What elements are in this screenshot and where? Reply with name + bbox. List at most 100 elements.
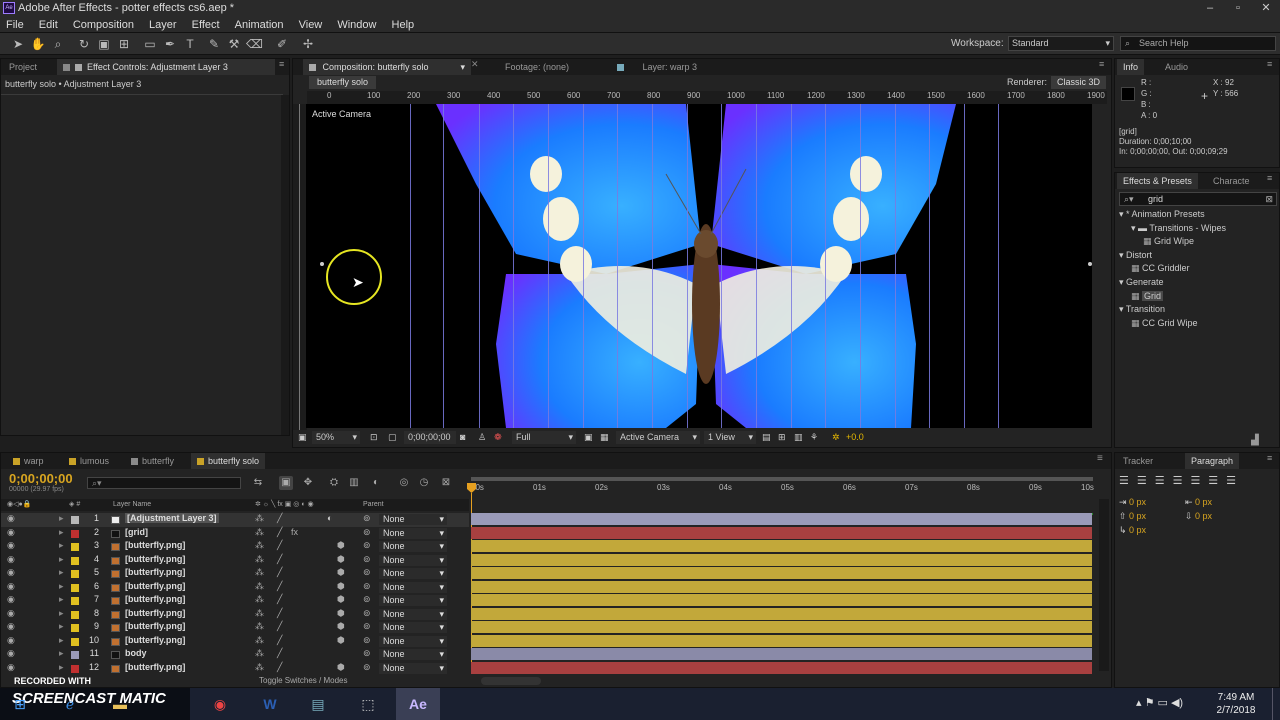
renderer-select[interactable]: Classic 3D [1051,76,1107,89]
timeline-icon[interactable]: ▥ [794,432,803,443]
menu-help[interactable]: Help [386,17,421,33]
effects-tree-item[interactable]: ▾ Distort [1119,250,1152,261]
always-preview-icon[interactable]: ▣ [298,432,307,443]
search-help-input[interactable]: ⌕ Search Help [1120,36,1276,51]
system-clock[interactable]: 7:49 AM 2/7/2018 [1208,691,1264,717]
roto-brush-tool-icon[interactable]: ✐ [274,36,290,52]
effects-tree-item[interactable]: ▾ Generate [1119,277,1164,288]
word-icon[interactable]: W [250,691,290,717]
tray-icons[interactable]: ▴ ⚑ ▭ ◀) [1136,696,1183,709]
timeline-scrollbar[interactable] [1099,499,1109,671]
work-area-bar[interactable] [471,477,1093,481]
minimize-button[interactable]: – [1196,0,1224,17]
timeline-search-input[interactable]: ⌕▾ [87,477,241,489]
menu-effect[interactable]: Effect [186,17,226,33]
draft-3d-icon[interactable]: ✥ [301,476,315,490]
type-tool-icon[interactable]: T [182,36,198,52]
effects-tree-item[interactable]: ▦ CC Griddler [1131,263,1190,274]
layer-duration-bar[interactable] [471,648,1092,660]
menu-file[interactable]: File [0,17,30,33]
brainstorm-icon[interactable]: ◎ [397,476,411,490]
tab-info[interactable]: Info [1117,59,1145,75]
tab-layer[interactable]: Layer: warp 3 [611,59,703,75]
chrome-icon[interactable]: ◉ [200,691,240,717]
panel-menu-icon[interactable]: ≡ [1097,453,1103,464]
show-snapshot-icon[interactable]: ♙ [478,432,486,443]
mask-visibility-icon[interactable]: ▢ [388,432,397,443]
channel-icon[interactable]: ❁ [494,432,502,443]
alignment-buttons[interactable]: ☰☰☰☰☰☰☰ [1119,474,1277,488]
graph-editor-icon[interactable]: ⊠ [439,476,453,490]
close-button[interactable]: ✕ [1252,0,1280,17]
clear-search-icon[interactable]: ⊠ [1265,193,1273,205]
layer-duration-bar[interactable] [471,567,1092,579]
clone-stamp-tool-icon[interactable]: ⚒ [226,36,242,52]
first-line-indent-field[interactable]: ↳ 0 px [1119,525,1146,536]
menu-animation[interactable]: Animation [229,17,290,33]
menu-window[interactable]: Window [331,17,382,33]
auto-keyframe-icon[interactable]: ◷ [417,476,431,490]
close-tab-icon[interactable]: ✕ [471,59,479,70]
safe-zones-icon[interactable]: ⊡ [370,432,378,443]
timeline-tab[interactable]: lumous [63,453,115,469]
layer-duration-bar[interactable] [471,661,1092,674]
menu-view[interactable]: View [293,17,329,33]
layer-duration-bar[interactable] [471,513,1092,525]
transparency-grid-icon[interactable]: ▦ [600,432,609,443]
toggle-pixel-aspect-icon[interactable]: ▤ [762,432,771,443]
puppet-tool-icon[interactable]: ✢ [300,36,316,52]
motion-blur-icon[interactable]: ◐ [369,476,383,490]
effects-tree-item[interactable]: ▦ Grid [1131,290,1164,302]
camera-tool-icon[interactable]: ▣ [96,36,112,52]
panel-menu-icon[interactable]: ≡ [279,59,284,69]
menu-layer[interactable]: Layer [143,17,183,33]
menu-edit[interactable]: Edit [33,17,64,33]
layer-duration-bar[interactable] [471,540,1092,552]
snapshot-icon[interactable]: ◙ [460,432,465,442]
space-after-field[interactable]: ⇩ 0 px [1185,511,1212,522]
tab-audio[interactable]: Audio [1159,59,1194,75]
layer-duration-bar[interactable] [471,607,1092,620]
start-icon[interactable]: ⊞ [0,691,40,717]
selection-tool-icon[interactable]: ➤ [10,36,26,52]
tab-effect-controls[interactable]: Effect Controls: Adjustment Layer 3 [57,59,275,75]
file-explorer-icon[interactable]: ▬ [100,691,140,717]
exposure-value[interactable]: +0.0 [846,432,864,442]
space-before-field[interactable]: ⇧ 0 px [1119,511,1146,522]
pan-behind-tool-icon[interactable]: ⊞ [116,36,132,52]
composition-viewer[interactable]: Active Camera ➤ [306,104,1092,428]
tab-tracker[interactable]: Tracker [1117,453,1159,469]
layer-duration-bar[interactable] [471,580,1092,593]
effects-tree-item[interactable]: ▾ Transition [1119,304,1165,315]
panel-menu-icon[interactable]: ≡ [1099,59,1104,69]
live-update-icon[interactable]: ▣ [279,476,293,490]
rotate-tool-icon[interactable]: ↻ [76,36,92,52]
magnification-select[interactable]: 50% ▾ [312,431,360,444]
current-time-display[interactable]: 0;00;00;00 [404,431,456,444]
layer-duration-bar[interactable] [471,594,1092,606]
rectangle-tool-icon[interactable]: ▭ [142,36,158,52]
composition-subtab[interactable]: butterfly solo [309,76,377,89]
3d-view-select[interactable]: Active Camera ▾ [616,431,700,444]
tab-paragraph[interactable]: Paragraph [1185,453,1240,469]
layer-duration-bar[interactable] [471,526,1092,539]
show-desktop-button[interactable] [1272,688,1280,720]
effects-search-input[interactable]: ⌕▾ grid ⊠ [1119,192,1277,206]
new-folder-icon[interactable]: ▟ [1251,435,1259,446]
brush-tool-icon[interactable]: ✎ [206,36,222,52]
layer-duration-bar[interactable] [471,553,1092,566]
effects-tree-item[interactable]: ▦ Grid Wipe [1143,236,1194,247]
tab-character[interactable]: Characte [1207,173,1256,189]
panel-menu-icon[interactable]: ≡ [1267,59,1272,69]
effects-tree-item[interactable]: ▾ ▬ Transitions - Wipes [1131,223,1226,234]
exposure-icon[interactable]: ✲ [832,432,840,443]
snipping-icon[interactable]: ⬚ [348,691,388,717]
indent-left-field[interactable]: ⇥ 0 px [1119,497,1146,508]
tab-effects-presets[interactable]: Effects & Presets [1117,173,1198,189]
zoom-slider[interactable] [481,677,541,685]
time-ruler[interactable]: 00s 01s 02s 03s 04s 05s 06s 07s 08s 09s 10s [471,475,1094,515]
region-of-interest-icon[interactable]: ▣ [584,432,593,443]
window-icon[interactable]: ▤ [298,691,338,717]
effects-tree-item[interactable]: ▦ CC Grid Wipe [1131,318,1198,329]
tab-footage[interactable]: Footage: (none) [499,59,575,75]
